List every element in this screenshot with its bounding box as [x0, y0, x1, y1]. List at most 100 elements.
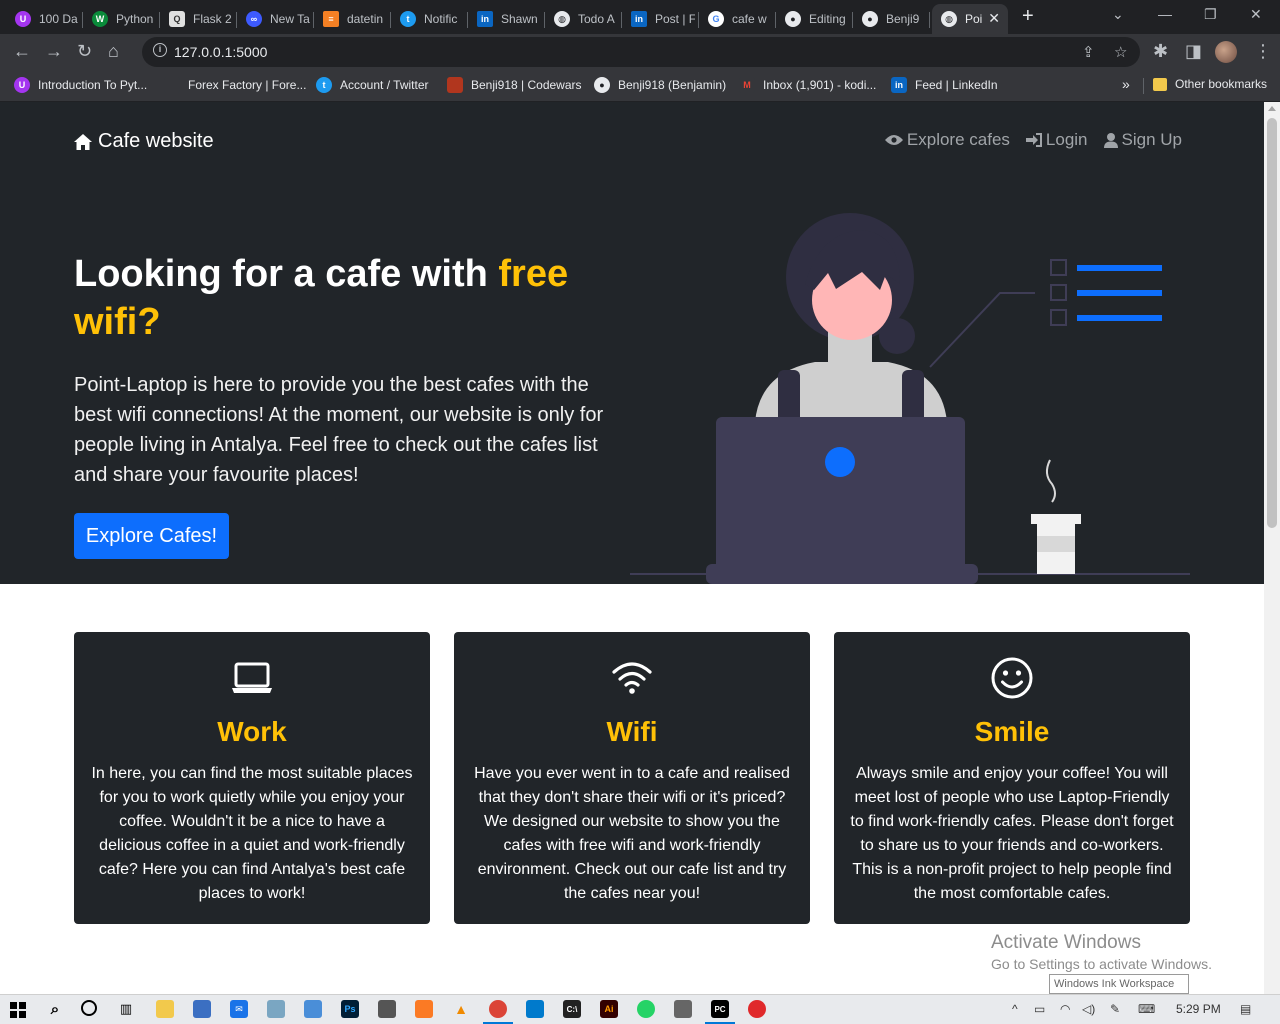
minimize-icon[interactable]: —: [1158, 6, 1172, 22]
folder-icon: [1153, 77, 1167, 91]
bookmarks-overflow-button[interactable]: »: [1122, 76, 1130, 92]
codewars-icon: [447, 77, 463, 93]
share-icon[interactable]: ⇪: [1082, 43, 1095, 61]
terminal-icon[interactable]: C:\: [563, 1000, 581, 1018]
tab-search-icon[interactable]: ⌄: [1112, 6, 1124, 23]
browser-tab[interactable]: in Shawn: [468, 4, 545, 34]
globe-icon: ◍: [941, 11, 957, 27]
photos-icon[interactable]: [267, 1000, 285, 1018]
feature-text: Always smile and enjoy your coffee! You …: [850, 765, 1174, 902]
bookmark-item[interactable]: in Feed | LinkedIn: [891, 77, 998, 93]
scroll-up-icon[interactable]: [1268, 106, 1276, 111]
smile-icon: [850, 654, 1174, 702]
nav-explore-cafes[interactable]: Explore cafes: [884, 130, 1010, 150]
profile-avatar[interactable]: [1215, 41, 1237, 63]
opera-icon[interactable]: [748, 1000, 766, 1018]
browser-tab-active[interactable]: ◍ Poi ✕: [932, 4, 1008, 34]
pycharm-icon[interactable]: PC: [711, 1000, 729, 1018]
browser-tab-strip: U 100 Da W Python Q Flask 2 ∞ New Ta ≡ dateti…: [0, 0, 1280, 34]
globe-icon: ◍: [554, 11, 570, 27]
feature-card-smile: Smile Always smile and enjoy your coffee…: [834, 632, 1190, 924]
bookmark-item[interactable]: Forex Factory | Fore...: [164, 77, 306, 93]
browser-tab[interactable]: Gcafe w: [699, 4, 776, 34]
linkedin-icon: in: [477, 11, 493, 27]
feature-text: Have you ever went in to a cafe and real…: [474, 765, 790, 902]
illustrator-icon[interactable]: Ai: [600, 1000, 618, 1018]
vscode-icon[interactable]: [526, 1000, 544, 1018]
linkedin-icon: in: [891, 77, 907, 93]
mail-icon[interactable]: ✉: [230, 1000, 248, 1018]
explore-cafes-button[interactable]: Explore Cafes!: [74, 513, 229, 559]
browser-tab[interactable]: ≡ datetin: [314, 4, 391, 34]
whatsapp-icon[interactable]: [637, 1000, 655, 1018]
browser-tab[interactable]: ∞ New Ta: [237, 4, 314, 34]
store-icon[interactable]: [193, 1000, 211, 1018]
windows-start-icon[interactable]: [10, 1002, 26, 1018]
photoshop-icon[interactable]: Ps: [341, 1000, 359, 1018]
reload-icon[interactable]: ↻: [77, 41, 92, 61]
bookmark-item[interactable]: ● Benji918 (Benjamin): [594, 77, 726, 93]
address-bar[interactable]: i 127.0.0.1:5000 ⇪ ☆: [142, 37, 1140, 67]
other-bookmarks-folder[interactable]: Other bookmarks: [1153, 77, 1267, 91]
back-icon[interactable]: ←: [13, 41, 31, 61]
udemy-icon: U: [14, 77, 30, 93]
close-window-icon[interactable]: ✕: [1250, 6, 1262, 23]
notifications-icon[interactable]: ▤: [1240, 1002, 1251, 1016]
linkedin-icon: in: [631, 11, 647, 27]
side-panel-icon[interactable]: ◨: [1185, 41, 1202, 61]
app-icon[interactable]: [304, 1000, 322, 1018]
search-icon[interactable]: ⌕: [46, 1000, 64, 1018]
brand-link[interactable]: Cafe website: [74, 130, 214, 153]
battery-icon[interactable]: ▭: [1034, 1002, 1045, 1016]
calculator-icon[interactable]: [378, 1000, 396, 1018]
file-explorer-icon[interactable]: [156, 1000, 174, 1018]
browser-tab[interactable]: ● Editing: [776, 4, 853, 34]
new-tab-button[interactable]: +: [1022, 5, 1034, 28]
scrollbar-thumb[interactable]: [1267, 118, 1277, 528]
close-tab-icon[interactable]: ✕: [988, 10, 1000, 27]
nav-login[interactable]: Login: [1025, 130, 1088, 150]
browser-tab[interactable]: ● Benji9: [853, 4, 930, 34]
feature-title: Smile: [974, 716, 1050, 747]
restore-icon[interactable]: ❐: [1204, 6, 1217, 23]
browser-tab[interactable]: in Post | F: [622, 4, 699, 34]
browser-tab[interactable]: t Notific: [391, 4, 468, 34]
home-icon[interactable]: ⌂: [108, 41, 119, 61]
chrome-icon[interactable]: [489, 1000, 507, 1018]
browser-tab[interactable]: Q Flask 2: [160, 4, 237, 34]
stackoverflow-icon: ≡: [323, 11, 339, 27]
bookmark-item[interactable]: t Account / Twitter: [316, 77, 428, 93]
vlc-icon[interactable]: ▲: [452, 1000, 470, 1018]
bookmark-item[interactable]: M Inbox (1,901) - kodi...: [739, 77, 876, 93]
browser-tab[interactable]: U 100 Da: [6, 4, 83, 34]
forex-icon: [164, 77, 180, 93]
forward-icon[interactable]: →: [45, 41, 63, 61]
network-icon[interactable]: ◠: [1060, 1002, 1070, 1016]
browser-tab[interactable]: ◍ Todo A: [545, 4, 622, 34]
tray-chevron-icon[interactable]: ^: [1012, 1002, 1018, 1016]
keyboard-icon[interactable]: ⌨: [1138, 1002, 1155, 1016]
bookmark-item[interactable]: U Introduction To Pyt...: [14, 77, 147, 93]
browser-tab[interactable]: W Python: [83, 4, 160, 34]
volume-icon[interactable]: ◁): [1082, 1002, 1095, 1016]
twitter-icon: t: [316, 77, 332, 93]
extensions-icon[interactable]: ✱: [1153, 41, 1168, 61]
menu-icon[interactable]: ⋮: [1254, 41, 1272, 61]
bookmark-star-icon[interactable]: ☆: [1114, 43, 1127, 61]
site-info-icon[interactable]: i: [153, 43, 167, 57]
app-icon[interactable]: [674, 1000, 692, 1018]
cortana-icon[interactable]: [81, 1000, 97, 1016]
google-icon: G: [708, 11, 724, 27]
nav-signup[interactable]: Sign Up: [1103, 130, 1182, 150]
pen-icon[interactable]: ✎: [1110, 1002, 1120, 1016]
bookmark-item[interactable]: Benji918 | Codewars: [447, 77, 582, 93]
page-scrollbar[interactable]: [1264, 102, 1280, 994]
xampp-icon[interactable]: [415, 1000, 433, 1018]
taskbar-clock[interactable]: 5:29 PM: [1176, 1002, 1221, 1016]
url-text[interactable]: 127.0.0.1:5000: [174, 44, 267, 60]
task-view-icon[interactable]: ▥: [117, 1000, 135, 1018]
feature-text: In here, you can find the most suitable …: [91, 765, 413, 902]
github-icon: ●: [594, 77, 610, 93]
meta-icon: ∞: [246, 11, 262, 27]
browser-toolbar: ← → ↻ ⌂ i 127.0.0.1:5000 ⇪ ☆ ✱ ◨ ⋮: [0, 34, 1280, 70]
